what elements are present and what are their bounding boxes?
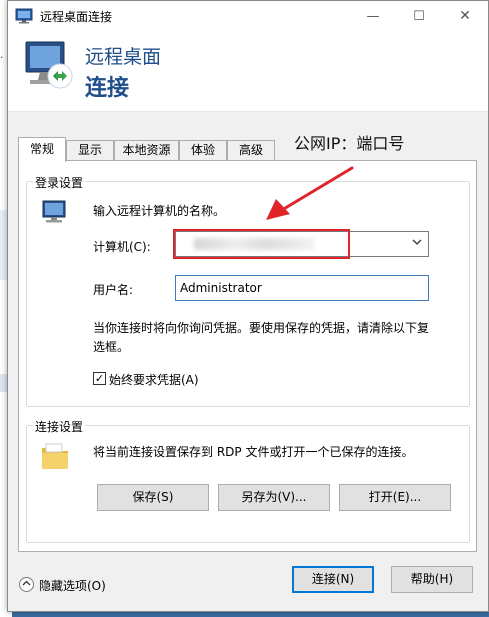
annotation-arrow: [266, 166, 354, 220]
tab-general[interactable]: 常规: [18, 137, 66, 162]
